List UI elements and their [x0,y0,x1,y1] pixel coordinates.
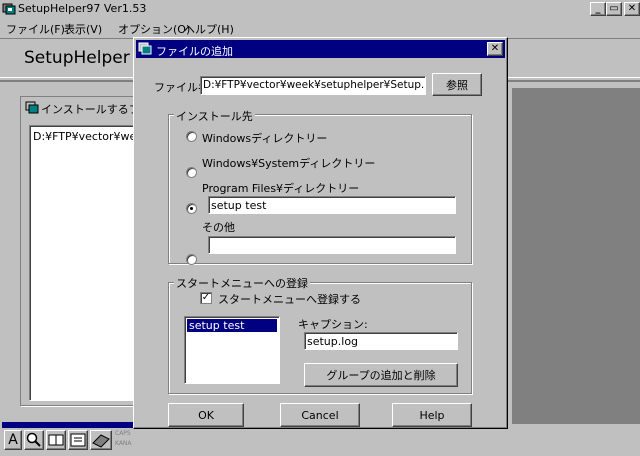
caption-value: setup.log [307,335,359,348]
dialog-close-button[interactable]: ✕ [487,42,503,56]
startmenu-group-list[interactable]: setup test [184,316,280,384]
caption-field[interactable]: setup.log [304,332,458,350]
help-button[interactable]: Help [392,403,472,427]
radio-other-label[interactable]: その他 [202,219,235,235]
dialog-titlebar: ファイルの追加 ✕ [136,40,505,58]
book-icon[interactable] [46,430,66,450]
startmenu-list-item[interactable]: setup test [187,319,277,332]
main-menubar: ファイル(F) 表示(V) オプション(O) ヘルプ(H) [0,18,640,36]
radio-windows-dir-label[interactable]: Windowsディレクトリー [202,130,327,146]
menu-help[interactable]: ヘルプ(H) [184,21,234,37]
caption-label: キャプション: [298,318,368,331]
ime-mode-button[interactable]: A [4,430,22,450]
browse-button[interactable]: 参照 [432,73,482,96]
close-button[interactable]: ✕ [624,2,640,16]
program-files-value: setup test [211,199,267,212]
pad-icon[interactable] [90,430,112,450]
app-icon[interactable] [2,2,16,15]
radio-system-dir[interactable] [186,167,197,178]
restore-button[interactable]: ▭ [606,2,622,16]
minimize-button[interactable]: _ [590,2,606,16]
filename-value: D:¥FTP¥vector¥week¥setuphelper¥Setup.log [203,79,426,91]
filename-field[interactable]: D:¥FTP¥vector¥week¥setuphelper¥Setup.log [200,76,426,95]
add-file-dialog: ファイルの追加 ✕ ファイル名: D:¥FTP¥vector¥week¥setu… [133,37,508,429]
startmenu-list-item-label: setup test [189,319,245,332]
menu-options[interactable]: オプション(O) [118,21,190,37]
caps-indicator: CAPS [115,430,131,437]
other-dir-field[interactable] [208,236,456,254]
radio-windows-dir[interactable] [186,131,197,142]
startmenu-checkbox[interactable]: ✓ [200,292,212,304]
dialog-icon [138,42,152,55]
install-file-list[interactable]: D:¥FTP¥vector¥wee [29,125,143,401]
dictionary-icon[interactable] [68,430,88,450]
program-files-field[interactable]: setup test [208,196,456,214]
ime-toolbar: A CAPS KANA [0,420,140,456]
startmenu-group-title: スタートメニューへの登録 [174,275,310,291]
main-window-title: SetupHelper97 Ver1.53 [18,2,147,15]
radio-other[interactable] [186,254,197,265]
right-empty-pane [512,88,640,424]
radio-program-files-label[interactable]: Program Files¥ディレクトリー [202,180,359,196]
install-destination-title: インストール先 [174,108,255,124]
main-header-text: SetupHelper [24,48,130,68]
install-file-item[interactable]: D:¥FTP¥vector¥wee [33,130,143,143]
ime-toolbar-title [2,422,136,428]
menu-view[interactable]: 表示(V) [64,21,102,37]
install-files-panel: インストールするファイ D:¥FTP¥vector¥wee [20,96,162,406]
cancel-button[interactable]: Cancel [280,403,360,427]
install-panel-header: インストールするファイ [23,99,162,117]
group-add-remove-button[interactable]: グループの追加と削除 [304,363,458,387]
dialog-title: ファイルの追加 [156,45,233,58]
startmenu-checkbox-label[interactable]: スタートメニューへ登録する [218,291,361,307]
radio-program-files-dir[interactable] [186,203,197,214]
magnifier-icon[interactable] [24,430,44,450]
install-panel-icon [25,101,39,114]
ok-button[interactable]: OK [168,403,244,427]
radio-system-dir-label[interactable]: Windows¥Systemディレクトリー [202,155,375,171]
menu-file[interactable]: ファイル(F) [6,21,65,37]
main-titlebar: SetupHelper97 Ver1.53 _ ▭ ✕ [0,0,640,18]
kana-indicator: KANA [115,440,132,447]
